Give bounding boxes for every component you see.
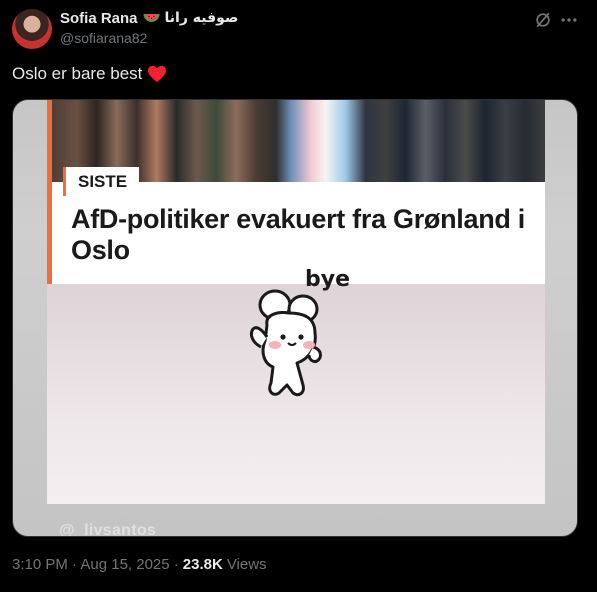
tweet-meta: 3:10 PM · Aug 15, 2025 · 23.8K Views xyxy=(12,556,267,573)
more-icon[interactable] xyxy=(559,10,579,30)
avatar[interactable] xyxy=(12,9,52,49)
display-name[interactable]: Sofia Rana xyxy=(60,10,138,27)
grok-icon[interactable] xyxy=(533,10,553,30)
bunny-sticker-icon xyxy=(249,289,322,397)
media-image[interactable]: SISTE AfD-politiker evakuert fra Grønlan… xyxy=(12,99,578,537)
news-headline: AfD-politiker evakuert fra Grønland i Os… xyxy=(71,204,525,265)
tweet-header: Sofia Rana صوفيه رانا @sofiarana82 xyxy=(60,9,537,47)
news-badge: SISTE xyxy=(63,167,140,196)
accent-bar xyxy=(47,100,52,284)
tweet-text: Oslo er bare best xyxy=(12,64,167,84)
timestamp[interactable]: 3:10 PM · Aug 15, 2025 · xyxy=(12,556,179,573)
watermark: @_livsantos xyxy=(59,522,157,537)
name-row: Sofia Rana صوفيه رانا xyxy=(60,9,537,27)
views-count: 23.8K xyxy=(182,556,223,573)
heart-icon xyxy=(148,65,167,83)
watermelon-icon xyxy=(143,13,160,22)
views-label: Views xyxy=(226,556,267,573)
tweet-text-content: Oslo er bare best xyxy=(12,64,143,83)
arabic-name: صوفيه رانا xyxy=(164,10,239,26)
user-handle[interactable]: @sofiarana82 xyxy=(60,30,537,46)
